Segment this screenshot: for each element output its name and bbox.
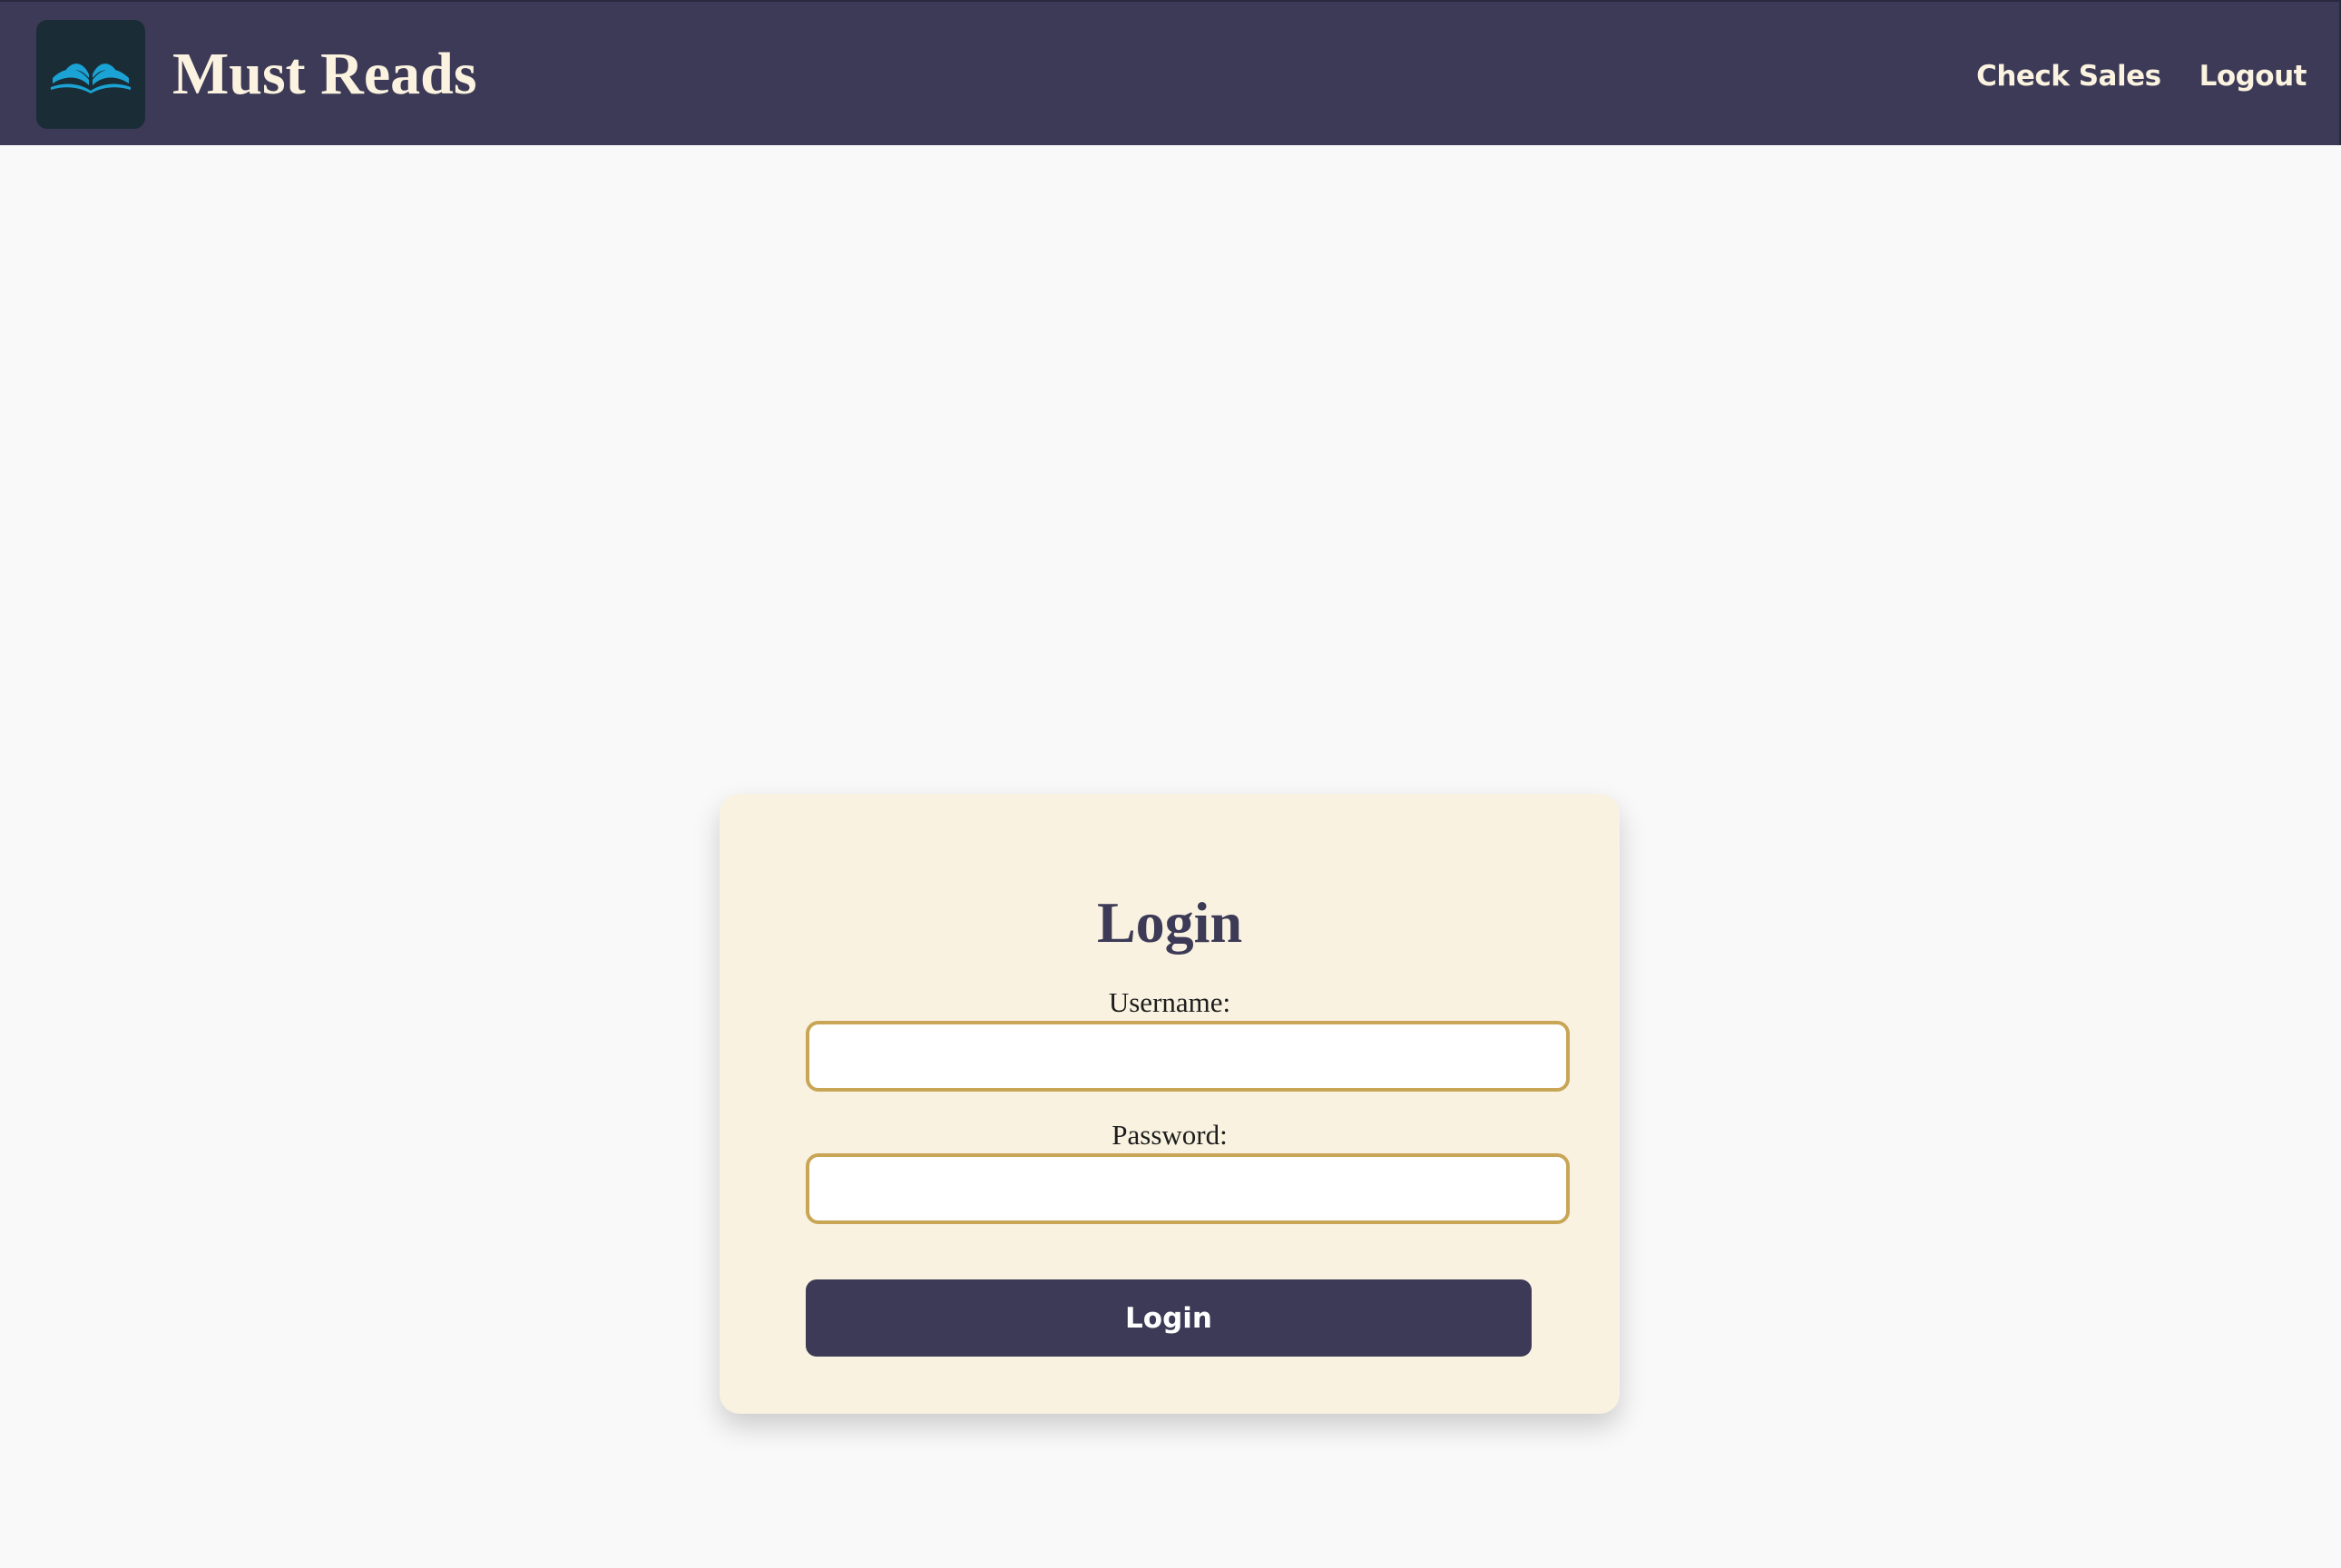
username-label: Username: xyxy=(1108,986,1231,1018)
site-title[interactable]: Must Reads xyxy=(172,34,477,114)
nav-link-logout[interactable]: Logout xyxy=(2199,53,2307,100)
login-card: Login Username: Password: Login xyxy=(720,794,1620,1414)
site-logo[interactable] xyxy=(36,20,145,129)
password-label: Password: xyxy=(1112,1119,1228,1151)
open-book-icon xyxy=(51,64,131,93)
login-title: Login xyxy=(1096,890,1243,955)
password-input[interactable] xyxy=(806,1153,1570,1224)
username-input[interactable] xyxy=(806,1021,1570,1092)
header-nav: Check Sales Logout xyxy=(1976,53,2307,100)
nav-link-check-sales[interactable]: Check Sales xyxy=(1976,53,2161,100)
top-nav-bar: Must Reads Check Sales Logout xyxy=(0,0,2341,145)
page: Must Reads Check Sales Logout Login User… xyxy=(0,0,2341,1568)
login-button[interactable]: Login xyxy=(806,1279,1532,1357)
